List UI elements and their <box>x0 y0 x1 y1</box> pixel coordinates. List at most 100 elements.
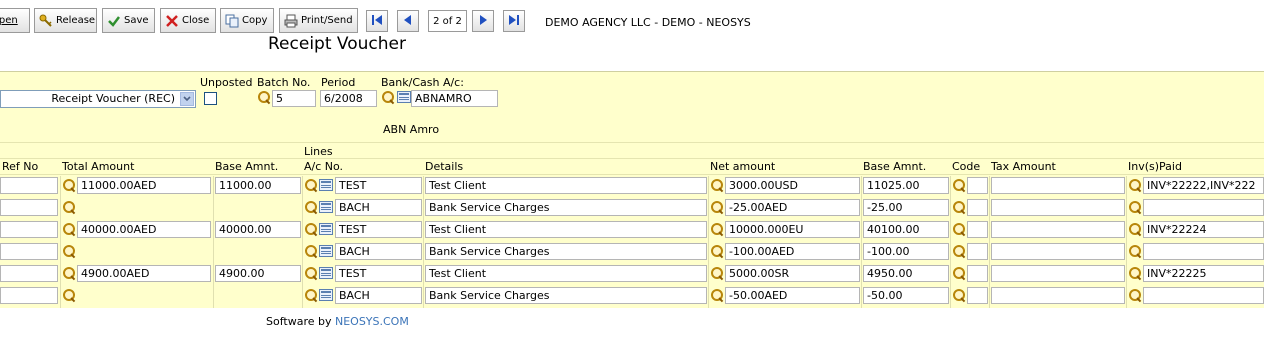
ac-field[interactable]: TEST <box>335 221 422 238</box>
total-field[interactable]: 4900.00AED <box>77 265 211 282</box>
lookup-icon[interactable] <box>952 200 966 214</box>
ac-field[interactable]: BACH <box>335 287 422 304</box>
period-field[interactable]: 6/2008 <box>320 90 377 107</box>
batch-no-field[interactable]: 5 <box>272 90 316 107</box>
lookup-icon[interactable] <box>62 200 76 214</box>
batch-lookup-icon[interactable] <box>257 90 271 104</box>
ac-field[interactable]: TEST <box>335 177 422 194</box>
voucher-type-select[interactable]: Receipt Voucher (REC) <box>0 90 196 108</box>
ref-no-field[interactable] <box>0 177 58 194</box>
base2-field[interactable]: 11025.00 <box>863 177 949 194</box>
lookup-icon[interactable] <box>1128 222 1142 236</box>
inv-field[interactable]: INV*22224 <box>1143 221 1264 238</box>
lookup-icon[interactable] <box>952 288 966 302</box>
lookup-icon[interactable] <box>62 266 76 280</box>
lookup-icon[interactable] <box>952 178 966 192</box>
next-record-button[interactable] <box>472 10 494 32</box>
neosys-link[interactable]: NEOSYS.COM <box>335 315 409 328</box>
ref-no-field[interactable] <box>0 243 58 260</box>
close-button[interactable]: Close <box>160 8 216 33</box>
lookup-icon[interactable] <box>952 244 966 258</box>
base2-field[interactable]: -100.00 <box>863 243 949 260</box>
inv-field[interactable] <box>1143 243 1264 260</box>
base-field[interactable]: 11000.00 <box>215 177 301 194</box>
inv-field[interactable]: INV*22225 <box>1143 265 1264 282</box>
tax-field[interactable] <box>991 221 1125 238</box>
code-field[interactable] <box>967 177 988 194</box>
details-field[interactable]: Bank Service Charges <box>425 243 707 260</box>
net-field[interactable]: 10000.000EU <box>725 221 860 238</box>
net-field[interactable]: -25.00AED <box>725 199 860 216</box>
lookup-icon[interactable] <box>304 288 318 302</box>
lookup-icon[interactable] <box>710 178 724 192</box>
form-icon[interactable] <box>319 267 333 279</box>
bank-lookup-icon[interactable] <box>381 90 395 104</box>
lookup-icon[interactable] <box>304 244 318 258</box>
ref-no-field[interactable] <box>0 265 58 282</box>
lookup-icon[interactable] <box>710 266 724 280</box>
copy-button[interactable]: Copy <box>220 8 274 33</box>
ref-no-field[interactable] <box>0 199 58 216</box>
total-field[interactable]: 40000.00AED <box>77 221 211 238</box>
inv-field[interactable] <box>1143 287 1264 304</box>
lookup-icon[interactable] <box>62 244 76 258</box>
total-field[interactable]: 11000.00AED <box>77 177 211 194</box>
tax-field[interactable] <box>991 177 1125 194</box>
code-field[interactable] <box>967 199 988 216</box>
last-record-button[interactable] <box>503 10 525 32</box>
details-field[interactable]: Bank Service Charges <box>425 199 707 216</box>
code-field[interactable] <box>967 265 988 282</box>
details-field[interactable]: Test Client <box>425 221 707 238</box>
lookup-icon[interactable] <box>304 266 318 280</box>
code-field[interactable] <box>967 243 988 260</box>
form-icon[interactable] <box>319 201 333 213</box>
net-field[interactable]: -50.00AED <box>725 287 860 304</box>
base-field[interactable]: 40000.00 <box>215 221 301 238</box>
inv-field[interactable] <box>1143 199 1264 216</box>
lookup-icon[interactable] <box>710 244 724 258</box>
code-field[interactable] <box>967 221 988 238</box>
tax-field[interactable] <box>991 243 1125 260</box>
lookup-icon[interactable] <box>304 200 318 214</box>
lookup-icon[interactable] <box>952 222 966 236</box>
lookup-icon[interactable] <box>1128 266 1142 280</box>
base-field[interactable]: 4900.00 <box>215 265 301 282</box>
lookup-icon[interactable] <box>1128 288 1142 302</box>
lookup-icon[interactable] <box>304 222 318 236</box>
net-field[interactable]: -100.00AED <box>725 243 860 260</box>
previous-record-button[interactable] <box>397 10 419 32</box>
net-field[interactable]: 5000.00SR <box>725 265 860 282</box>
lookup-icon[interactable] <box>62 178 76 192</box>
ac-field[interactable]: TEST <box>335 265 422 282</box>
details-field[interactable]: Bank Service Charges <box>425 287 707 304</box>
lookup-icon[interactable] <box>710 222 724 236</box>
lookup-icon[interactable] <box>710 288 724 302</box>
base2-field[interactable]: 40100.00 <box>863 221 949 238</box>
bank-form-icon[interactable] <box>397 91 411 103</box>
tax-field[interactable] <box>991 265 1125 282</box>
ref-no-field[interactable] <box>0 221 58 238</box>
base2-field[interactable]: -50.00 <box>863 287 949 304</box>
tax-field[interactable] <box>991 199 1125 216</box>
form-icon[interactable] <box>319 223 333 235</box>
open-button[interactable]: Open <box>0 8 30 33</box>
lookup-icon[interactable] <box>1128 200 1142 214</box>
tax-field[interactable] <box>991 287 1125 304</box>
details-field[interactable]: Test Client <box>425 177 707 194</box>
form-icon[interactable] <box>319 289 333 301</box>
bank-cash-field[interactable]: ABNAMRO <box>411 90 498 107</box>
ac-field[interactable]: BACH <box>335 199 422 216</box>
print-send-button[interactable]: Print/Send <box>279 8 358 33</box>
ref-no-field[interactable] <box>0 287 58 304</box>
lookup-icon[interactable] <box>1128 178 1142 192</box>
lookup-icon[interactable] <box>952 266 966 280</box>
net-field[interactable]: 3000.00USD <box>725 177 860 194</box>
first-record-button[interactable] <box>366 10 388 32</box>
release-button[interactable]: Release <box>34 8 97 33</box>
ac-field[interactable]: BACH <box>335 243 422 260</box>
form-icon[interactable] <box>319 245 333 257</box>
base2-field[interactable]: -25.00 <box>863 199 949 216</box>
unposted-checkbox[interactable] <box>204 92 217 105</box>
base2-field[interactable]: 4950.00 <box>863 265 949 282</box>
code-field[interactable] <box>967 287 988 304</box>
